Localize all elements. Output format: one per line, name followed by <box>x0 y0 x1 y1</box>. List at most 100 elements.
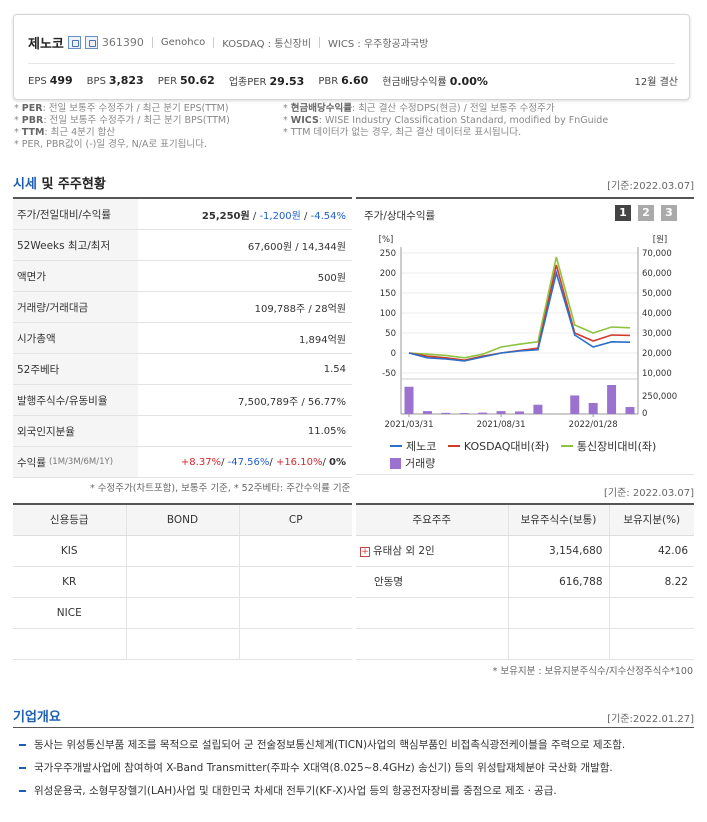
section-title-overview: 기업개요 <box>13 710 61 725</box>
divider <box>319 37 321 48</box>
row-value: 1,894억원 <box>298 334 346 346</box>
wics-sector: WICS : 우주항공과국방 <box>328 39 429 50</box>
note-item: * WICS: WISE Industry Classification Sta… <box>283 115 609 126</box>
section-title-price: 시세 및 주주현황 <box>13 177 106 192</box>
metric-eps: EPS 499 <box>28 74 73 87</box>
volume-bar <box>570 395 580 414</box>
column-header: 신용등급 <box>13 504 126 536</box>
row-value: 7,500,789주 / 56.77% <box>238 396 346 408</box>
company-name: 제노코 <box>28 37 64 52</box>
overview-item: 국가우주개발사업에 참여하여 X-Band Transmitter(주파수 X대… <box>19 760 613 775</box>
divider <box>213 37 215 48</box>
volume-bar <box>625 407 635 414</box>
left-tick-label: 250 <box>380 249 396 259</box>
column-header: 주요주주 <box>356 504 508 536</box>
series-line <box>408 269 631 362</box>
chart-page-1-button[interactable]: 1 <box>615 205 631 221</box>
volume-tick-label: 0 <box>642 409 647 419</box>
holder-shares <box>507 628 609 660</box>
table-row: 시가총액 1,894억원 <box>13 323 352 354</box>
note-item: * TTM 데이터가 없는 경우, 최근 결산 데이터로 표시됩니다. <box>283 127 522 138</box>
agency-name: KIS <box>13 535 126 567</box>
homepage-icon[interactable] <box>67 36 81 49</box>
volume-bar <box>496 411 506 414</box>
cp-rating <box>238 566 352 598</box>
left-tick-label: 50 <box>385 329 396 339</box>
holder-pct: 8.22 <box>608 566 694 598</box>
holder-name: 안동명 <box>356 566 508 598</box>
volume-bar <box>404 386 414 414</box>
price-table: 주가/전일대비/수익률 25,250원 / -1,200원 / -4.54% 5… <box>13 197 352 478</box>
note-item: * TTM: 최근 4분기 합산 <box>14 127 116 138</box>
row-label: 52주베타 <box>13 354 138 384</box>
row-label: 발행주식수/유동비율 <box>13 385 138 415</box>
ir-icon[interactable] <box>84 36 98 49</box>
overview-basis-date: [기준:2022.01.27] <box>607 714 694 725</box>
row-value: 1.54 <box>323 363 346 375</box>
volume-bar <box>441 412 451 414</box>
column-header: CP <box>238 504 352 536</box>
row-label: 액면가 <box>13 261 138 291</box>
holder-pct: 42.06 <box>608 535 694 567</box>
table-row: 52Weeks 최고/최저 67,600원 / 14,344원 <box>13 230 352 261</box>
table-row <box>356 628 694 660</box>
holder-shares: 616,788 <box>507 566 609 598</box>
column-header: 보유지분(%) <box>608 504 694 536</box>
table-row: 외국인지분율 11.05% <box>13 416 352 447</box>
holder-shares: 3,154,680 <box>507 535 609 567</box>
table-header-row: 주요주주 보유주식수(보통) 보유지분(%) <box>356 504 694 536</box>
notes-left: * PER: 전일 보통주 수정주가 / 최근 분기 EPS(TTM) * PB… <box>14 103 230 151</box>
right-tick-label: 50,000 <box>642 289 672 299</box>
left-tick-label: 200 <box>380 269 396 279</box>
row-value: 11.05% <box>307 425 346 437</box>
holder-name[interactable]: + 유태삼 외 2인 <box>356 535 508 567</box>
left-tick-label: 100 <box>380 309 396 319</box>
left-axis-unit: [%] <box>379 235 394 245</box>
table-row: 거래량/거래대금 109,788주 / 28억원 <box>13 292 352 323</box>
table-row: 액면가 500원 <box>13 261 352 292</box>
bond-rating <box>125 535 239 567</box>
x-tick-label: 2021/08/31 <box>477 420 526 430</box>
row-label: 52Weeks 최고/최저 <box>13 230 138 260</box>
metric-sector-per: 업종PER 29.53 <box>228 75 305 88</box>
cp-rating <box>238 597 352 629</box>
table-row: 수익률 (1M/3M/6M/1Y) +8.37%/ -47.56%/ +16.10… <box>13 447 352 478</box>
bond-rating <box>125 628 239 660</box>
right-tick-label: 10,000 <box>642 369 672 379</box>
metric-bps: BPS 3,823 <box>86 74 144 87</box>
stock-code: 361390 <box>101 36 144 49</box>
x-tick-label: 2021/03/31 <box>385 420 434 430</box>
metrics-row: EPS 499 BPS 3,823 PER 50.62 업종PER 29.53 PBR 6… <box>28 73 678 88</box>
row-label: 수익률 (1M/3M/6M/1Y) <box>13 447 138 477</box>
price-basis-date: [기준:2022.03.07] <box>607 181 694 192</box>
note-item: * PBR: 전일 보통주 수정주가 / 최근 분기 BPS(TTM) <box>14 115 230 126</box>
price-footnote: * 수정주가(차트포함), 보통주 기준, * 52주베타: 주간수익률 기준 <box>90 483 351 494</box>
relative-return-chart: [%] [원] 250 200 150 100 50 0 -50 70,000 60,000 50,0… <box>379 235 678 430</box>
volume-bar <box>478 412 488 414</box>
legend-item: 통신장비대비(좌) <box>560 438 656 455</box>
volume-bar <box>588 402 598 414</box>
divider <box>13 727 694 728</box>
volume-bar <box>515 411 524 414</box>
row-label: 주가/전일대비/수익률 <box>13 199 138 229</box>
legend-item: 거래량 <box>390 455 435 472</box>
table-row: 발행주식수/유동비율 7,500,789주 / 56.77% <box>13 385 352 416</box>
divider <box>28 63 675 64</box>
row-label: 거래량/거래대금 <box>13 292 138 322</box>
chart-page-2-button[interactable]: 2 <box>638 205 654 221</box>
overview-item: 위성운용국, 소형무장헬기(LAH)사업 및 대한민국 차세대 전투기(KF-X… <box>19 783 557 798</box>
bond-rating <box>125 566 239 598</box>
row-value: 25,250원 / -1,200원 / -4.54% <box>201 210 346 222</box>
holder-pct <box>608 597 694 629</box>
holder-name <box>356 628 508 660</box>
table-row: NICE <box>13 597 352 629</box>
note-item: * 현금배당수익률: 최근 결산 수정DPS(현금) / 전일 보통주 수정주가 <box>283 103 555 114</box>
expand-icon[interactable]: + <box>360 547 370 557</box>
chart-page-3-button[interactable]: 3 <box>661 205 677 221</box>
company-title-row: 제노코 361390 Genohco KOSDAQ : 통신장비 WICS : … <box>28 33 428 52</box>
holder-shares <box>507 597 609 629</box>
left-tick-label: -50 <box>382 369 396 379</box>
table-row: KIS <box>13 535 352 567</box>
volume-bar <box>459 413 469 414</box>
cp-rating <box>238 535 352 567</box>
